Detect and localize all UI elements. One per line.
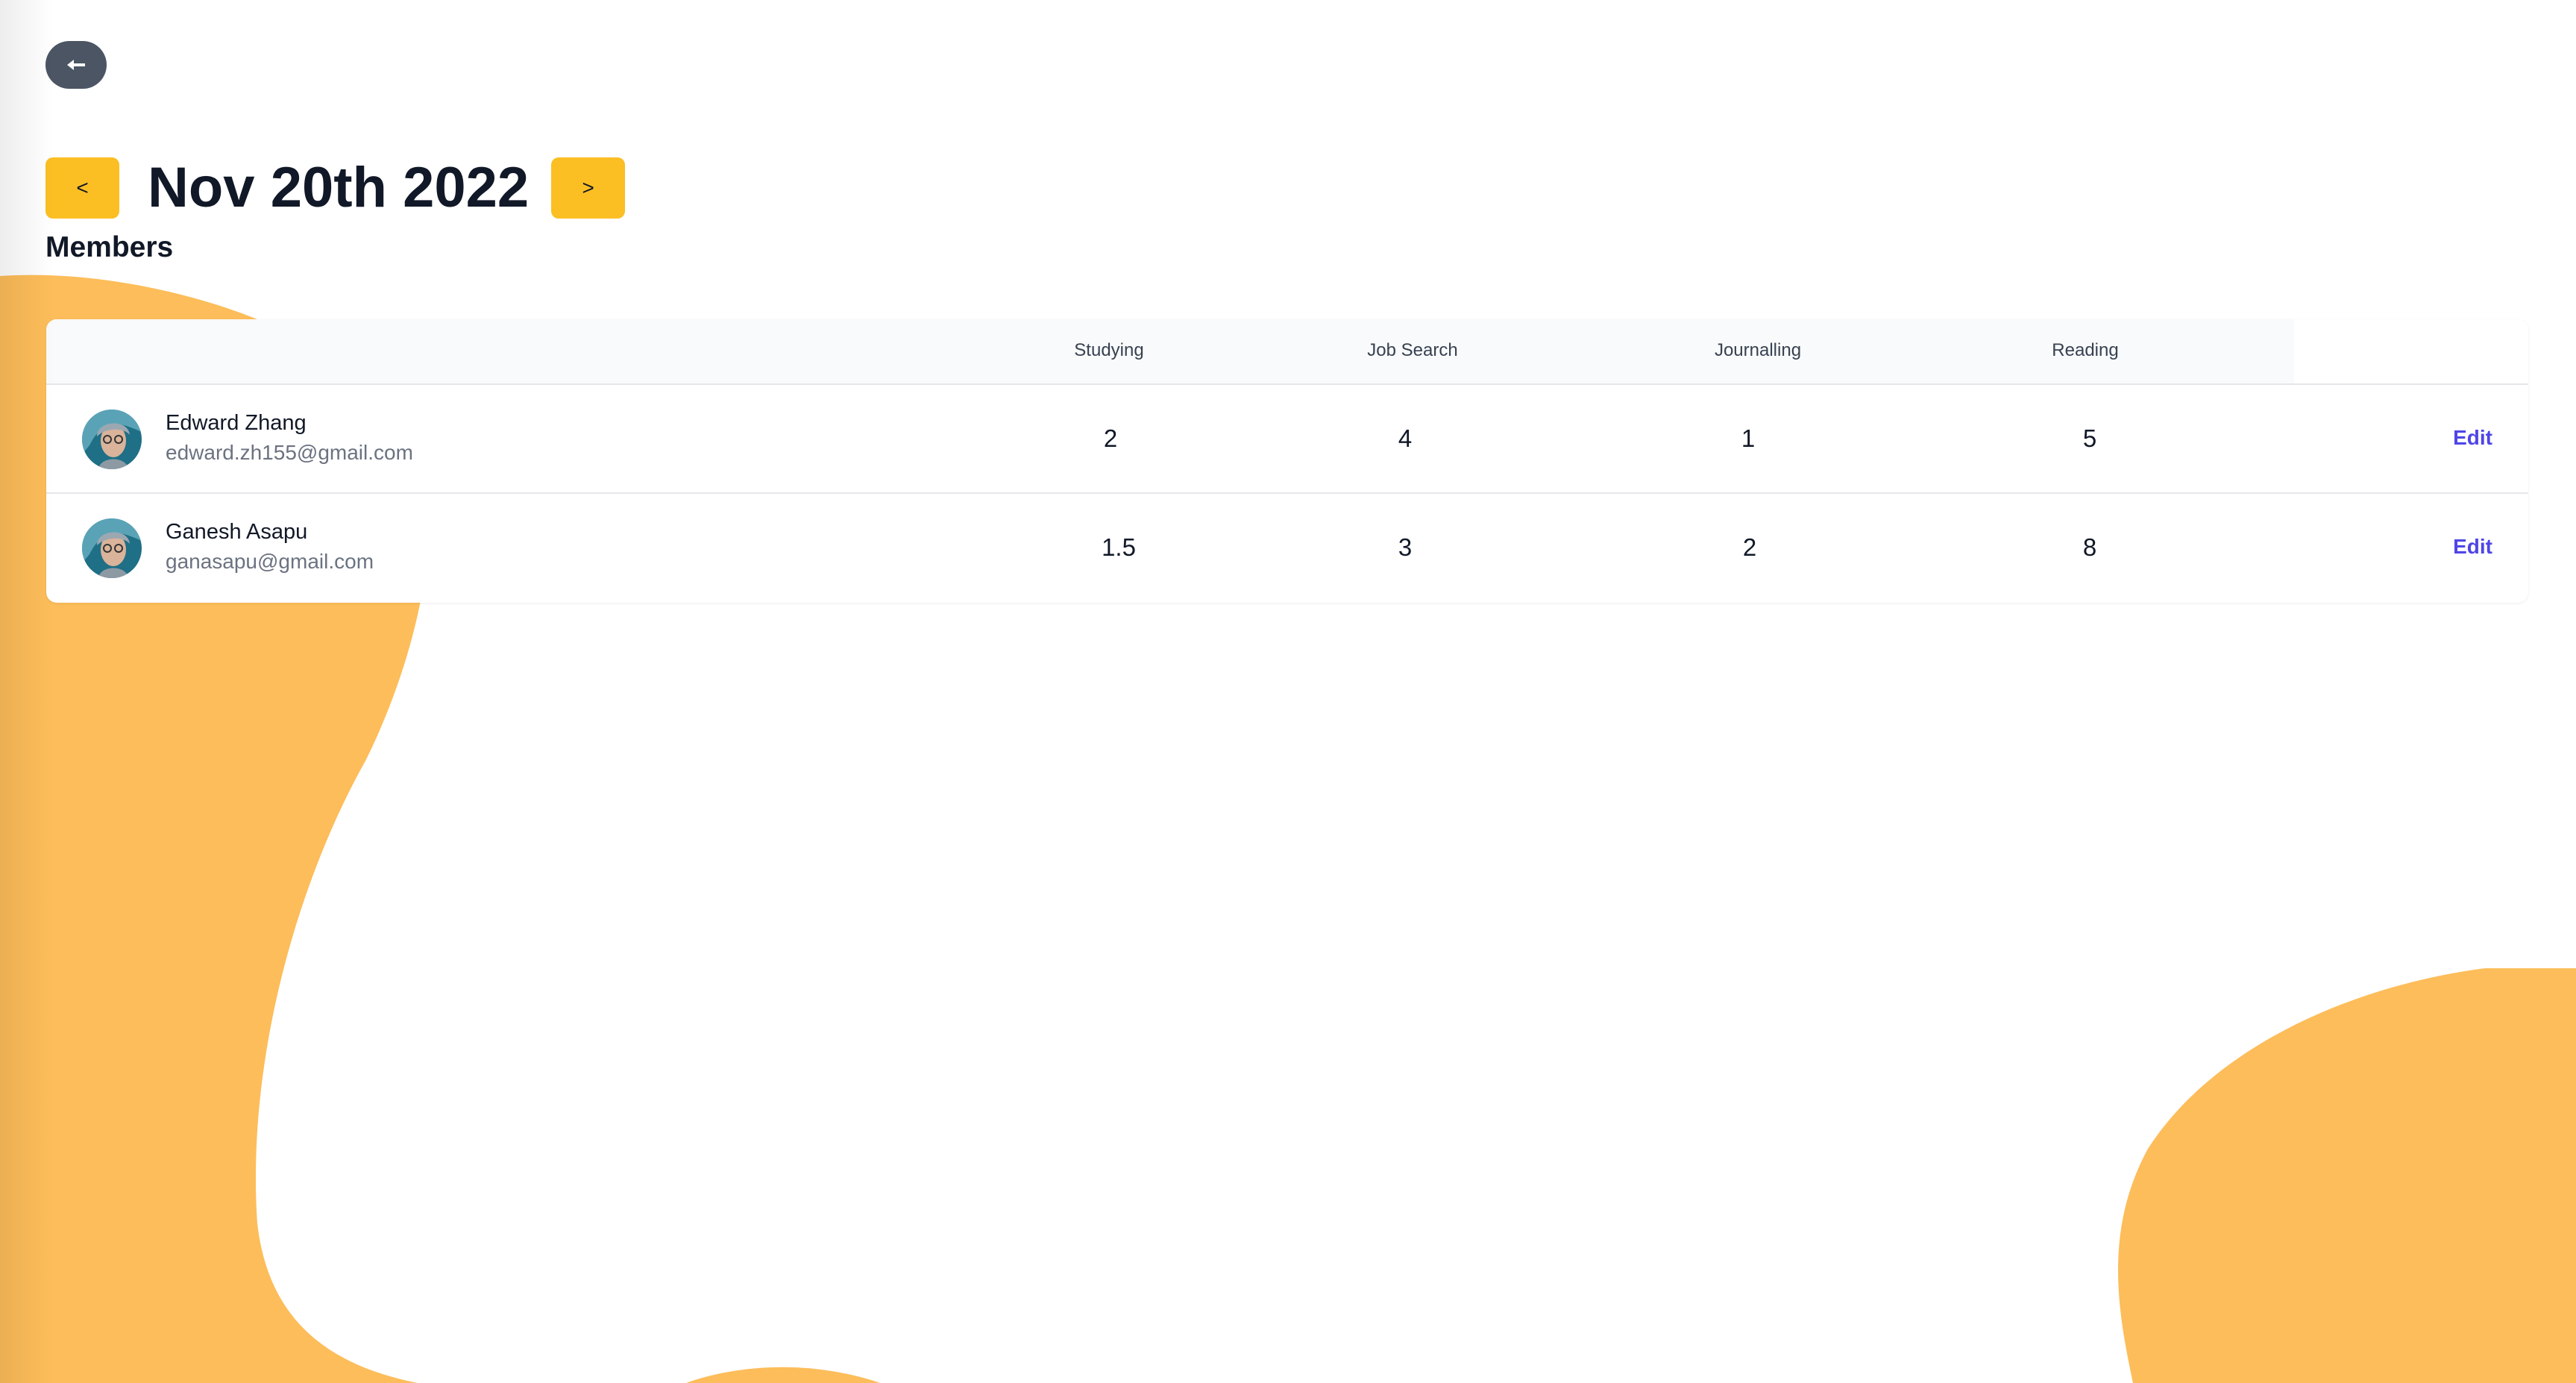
- column-header-job-search: Job Search: [1367, 340, 1458, 360]
- member-name: Edward Zhang: [166, 411, 307, 435]
- job-search-value: 3: [1398, 533, 1413, 561]
- table-header: Studying Job Search Journalling Reading: [46, 319, 2528, 385]
- studying-value: 2: [1103, 424, 1118, 452]
- previous-day-button[interactable]: <: [45, 157, 119, 219]
- column-header-journalling: Journalling: [1714, 340, 1802, 360]
- member-email: ganasapu@gmail.com: [166, 550, 374, 573]
- back-button[interactable]: [45, 41, 107, 89]
- arrow-left-icon: [67, 60, 85, 70]
- page: < Nov 20th 2022 > Members Studying Job S…: [0, 0, 2576, 1383]
- table-header-background: [46, 319, 2294, 383]
- avatar: [82, 518, 142, 578]
- column-header-reading: Reading: [2052, 340, 2119, 360]
- journalling-value: 2: [1742, 533, 1757, 561]
- members-table: Studying Job Search Journalling Reading …: [46, 319, 2528, 603]
- current-date-title: Nov 20th 2022: [148, 156, 530, 219]
- journalling-value: 1: [1741, 424, 1756, 452]
- avatar: [82, 410, 142, 469]
- member-name: Ganesh Asapu: [166, 520, 308, 544]
- column-header-studying: Studying: [1074, 340, 1144, 360]
- job-search-value: 4: [1398, 424, 1413, 452]
- table-row: Edward Zhang edward.zh155@gmail.com 2 4 …: [46, 385, 2528, 494]
- date-navigator: < Nov 20th 2022 >: [45, 156, 626, 219]
- member-email: edward.zh155@gmail.com: [166, 441, 413, 464]
- next-day-button[interactable]: >: [551, 157, 626, 219]
- edit-link[interactable]: Edit: [2453, 427, 2492, 448]
- edit-link[interactable]: Edit: [2453, 536, 2492, 557]
- members-heading: Members: [45, 231, 174, 263]
- studying-value: 1.5: [1102, 533, 1136, 561]
- reading-value: 8: [2082, 533, 2097, 561]
- table-row: Ganesh Asapu ganasapu@gmail.com 1.5 3 2 …: [46, 494, 2528, 603]
- reading-value: 5: [2082, 424, 2097, 452]
